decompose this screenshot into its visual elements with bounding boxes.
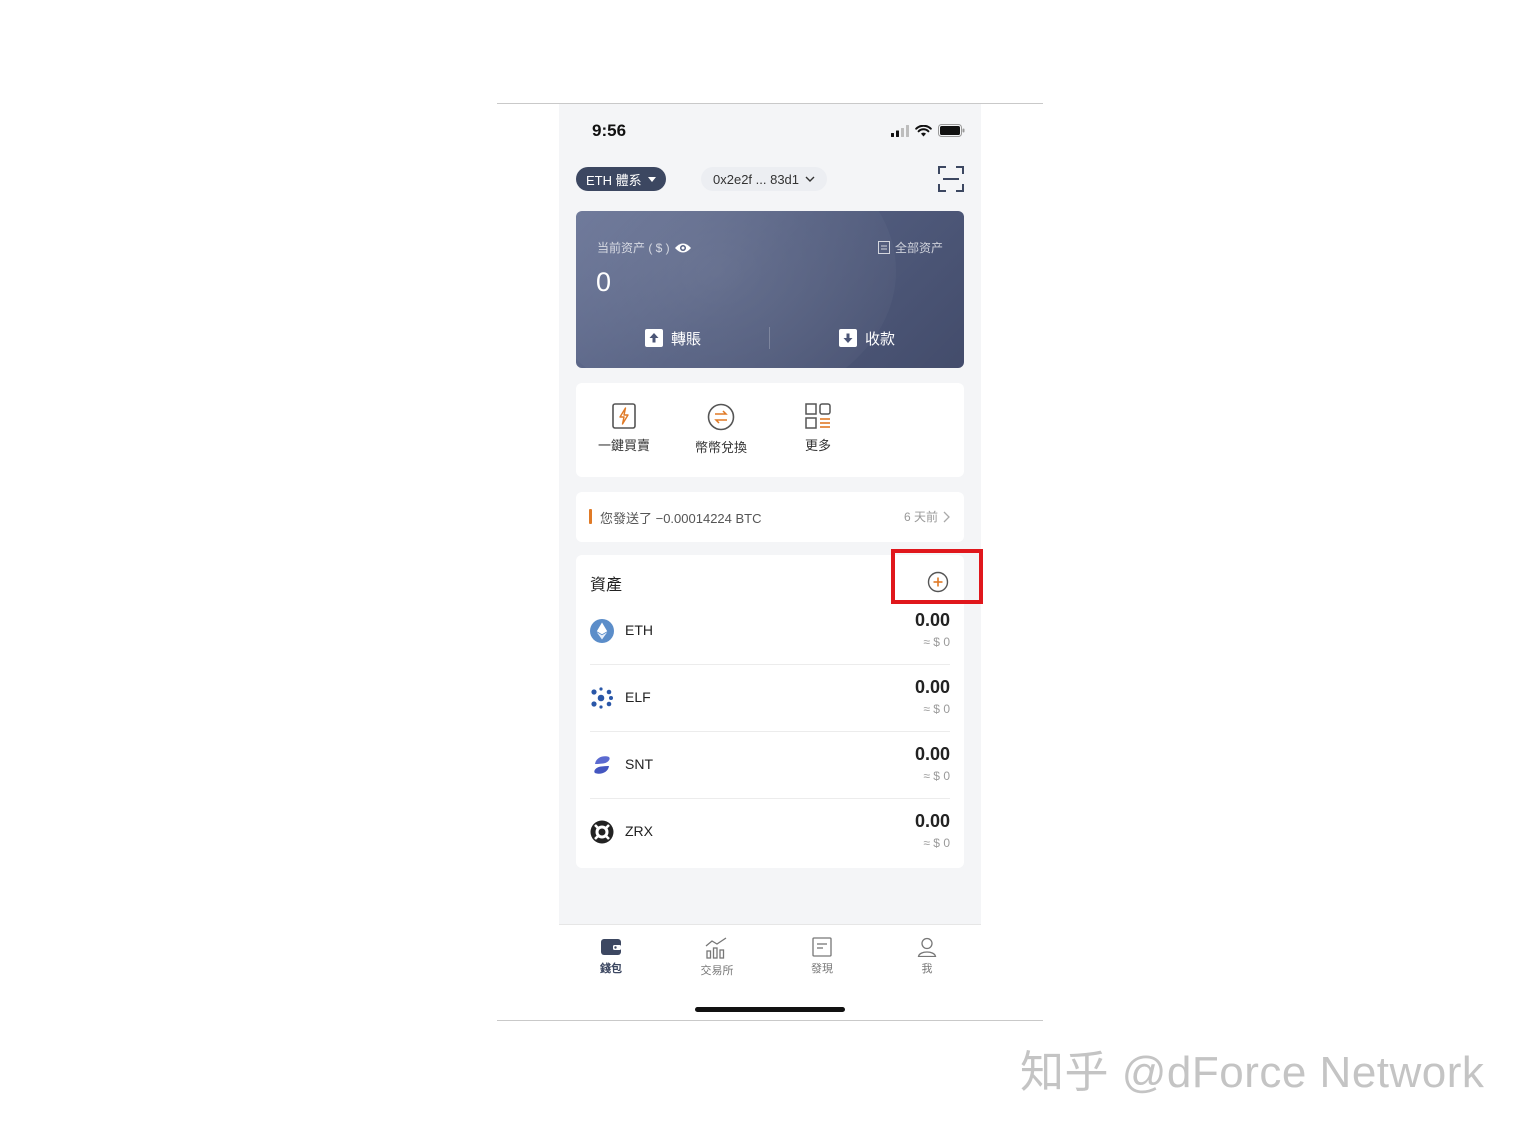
signal-icon xyxy=(891,124,909,137)
asset-symbol: SNT xyxy=(625,756,653,772)
all-assets-label: 全部资产 xyxy=(894,241,943,255)
asset-symbol: ETH xyxy=(625,622,653,638)
asset-amount: 0.00 xyxy=(914,677,950,697)
home-indicator[interactable] xyxy=(695,1007,845,1012)
asset-usd: ≈ $ 0 xyxy=(923,702,950,716)
tab-wallet[interactable]: 錢包 xyxy=(576,937,646,976)
balance-value: 0 xyxy=(596,267,612,297)
tx-accent-bar xyxy=(589,509,592,524)
card-actions: 轉賬 收款 xyxy=(576,323,964,353)
quick-label: 更多 xyxy=(804,438,831,453)
watermark: 知乎 @dForce Network xyxy=(1020,1048,1485,1097)
transfer-label: 轉賬 xyxy=(670,330,701,348)
quick-actions-card: 一鍵買賣 幣幣兌換 更多 xyxy=(576,383,964,477)
asset-row-eth[interactable]: ETH 0.00 ≈ $ 0 xyxy=(590,598,950,665)
chain-label: ETH 體系 xyxy=(586,172,642,188)
asset-row-zrx[interactable]: ZRX 0.00 ≈ $ 0 xyxy=(590,799,950,866)
transfer-button[interactable]: 轉賬 xyxy=(576,323,770,353)
status-time: 9:56 xyxy=(592,121,627,140)
quick-swap[interactable]: 幣幣兌換 xyxy=(681,403,761,456)
balance-label: 当前资产 ( $ ) xyxy=(597,239,692,256)
tx-text: 您發送了 −0.00014224 BTC xyxy=(600,511,762,526)
lightning-card-icon xyxy=(612,403,636,429)
quick-more[interactable]: 更多 xyxy=(778,403,858,454)
chevron-right-icon xyxy=(943,511,950,522)
asset-row-snt[interactable]: SNT 0.00 ≈ $ 0 xyxy=(590,732,950,799)
swap-icon xyxy=(707,403,735,431)
quick-label: 一鍵買賣 xyxy=(597,438,650,453)
asset-row-elf[interactable]: ELF 0.00 ≈ $ 0 xyxy=(590,665,950,732)
battery-icon xyxy=(938,124,965,137)
eye-icon[interactable] xyxy=(674,242,692,254)
chain-selector[interactable]: ETH 體系 xyxy=(576,167,666,191)
status-icons xyxy=(891,124,965,137)
tab-me[interactable]: 我 xyxy=(892,937,962,976)
asset-usd: ≈ $ 0 xyxy=(923,635,950,649)
discover-icon xyxy=(812,937,832,957)
upload-icon xyxy=(644,329,663,347)
tx-time: 6 天前 xyxy=(904,508,950,525)
wallet-icon xyxy=(601,939,621,955)
tx-time-label: 6 天前 xyxy=(903,510,938,524)
tab-exchange[interactable]: 交易所 xyxy=(682,937,752,978)
highlight-annotation xyxy=(891,549,983,604)
asset-usd: ≈ $ 0 xyxy=(923,769,950,783)
quick-buy-sell[interactable]: 一鍵買賣 xyxy=(584,403,664,454)
eth-coin-icon xyxy=(590,619,614,643)
balance-card: 当前资产 ( $ ) 全部资产 0 轉賬 收款 xyxy=(576,211,964,368)
asset-usd: ≈ $ 0 xyxy=(923,836,950,850)
document-icon xyxy=(877,241,890,254)
asset-amount: 0.00 xyxy=(914,744,950,764)
tab-discover[interactable]: 發現 xyxy=(787,937,857,976)
asset-amount: 0.00 xyxy=(914,811,950,831)
quick-label: 幣幣兌換 xyxy=(694,440,747,455)
bottom-rule xyxy=(497,1020,1043,1021)
chevron-down-icon xyxy=(805,176,815,182)
user-icon xyxy=(917,937,937,957)
bottom-tab-bar: 錢包 交易所 發現 我 xyxy=(559,924,981,1020)
asset-symbol: ELF xyxy=(625,689,651,705)
asset-amount: 0.00 xyxy=(914,610,950,630)
tab-label: 我 xyxy=(921,963,933,975)
all-assets-link[interactable]: 全部资产 xyxy=(877,239,943,256)
elf-coin-icon xyxy=(591,687,613,709)
wifi-icon xyxy=(915,124,932,136)
assets-title: 資產 xyxy=(590,577,623,594)
receive-button[interactable]: 收款 xyxy=(770,323,964,353)
address-selector[interactable]: 0x2e2f ... 83d1 xyxy=(701,167,828,191)
asset-symbol: ZRX xyxy=(625,823,653,839)
wallet-address: 0x2e2f ... 83d1 xyxy=(713,171,800,187)
balance-label-text: 当前资产 ( $ ) xyxy=(597,241,670,255)
top-bar: ETH 體系 0x2e2f ... 83d1 xyxy=(559,164,981,196)
snt-coin-icon xyxy=(594,756,610,774)
tab-label: 錢包 xyxy=(600,963,622,975)
recent-transaction[interactable]: 您發送了 −0.00014224 BTC 6 天前 xyxy=(576,492,964,542)
grid-icon xyxy=(805,403,831,429)
receive-label: 收款 xyxy=(864,330,895,348)
status-bar: 9:56 xyxy=(559,104,981,156)
tab-label: 發現 xyxy=(811,963,833,975)
tab-label: 交易所 xyxy=(700,965,734,977)
zrx-coin-icon xyxy=(590,820,614,844)
caret-down-icon xyxy=(647,176,656,182)
scan-icon[interactable] xyxy=(938,166,964,192)
download-icon xyxy=(838,329,857,347)
chart-icon xyxy=(705,937,727,959)
